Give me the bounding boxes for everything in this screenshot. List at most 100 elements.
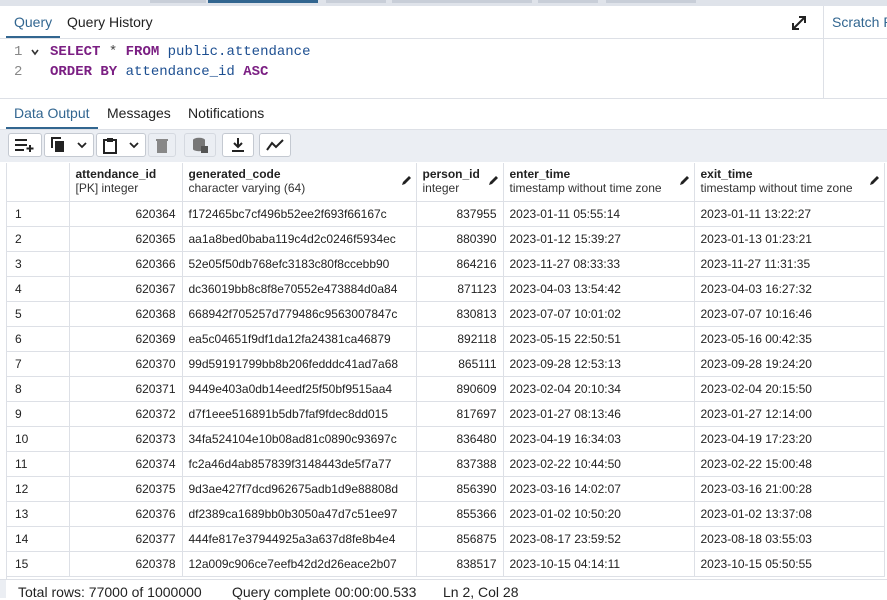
tab-query[interactable]: Query	[14, 14, 52, 30]
tool-tab[interactable]	[606, 0, 696, 3]
tab-messages[interactable]: Messages	[107, 105, 171, 121]
cell-enter-time[interactable]: 2023-01-02 10:50:20	[503, 501, 695, 527]
cell-attendance-id[interactable]: 620369	[69, 326, 183, 352]
table-row[interactable]: 15 620378 12a009c906ce7eefb42d2d26eace2b07…	[7, 551, 885, 577]
edit-pencil-icon[interactable]	[679, 175, 690, 189]
cell-person-id[interactable]: 855366	[416, 501, 504, 527]
download-button[interactable]	[222, 133, 254, 157]
cell-exit-time[interactable]: 2023-01-11 13:22:27	[694, 201, 885, 227]
cell-enter-time[interactable]: 2023-04-03 13:54:42	[503, 276, 695, 302]
cell-person-id[interactable]: 837388	[416, 451, 504, 477]
table-row[interactable]: 8 620371 9449e403a0db14eedf25f50bf9515aa4 8…	[7, 376, 885, 402]
cell-attendance-id[interactable]: 620367	[69, 276, 183, 302]
cell-enter-time[interactable]: 2023-01-12 15:39:27	[503, 226, 695, 252]
row-number[interactable]: 6	[7, 326, 70, 352]
cell-attendance-id[interactable]: 620366	[69, 251, 183, 277]
row-number[interactable]: 3	[7, 251, 70, 277]
cell-enter-time[interactable]: 2023-02-04 20:10:34	[503, 376, 695, 402]
cell-attendance-id[interactable]: 620373	[69, 426, 183, 452]
cell-exit-time[interactable]: 2023-04-19 17:23:20	[694, 426, 885, 452]
cell-person-id[interactable]: 836480	[416, 426, 504, 452]
cell-enter-time[interactable]: 2023-04-19 16:34:03	[503, 426, 695, 452]
cell-generated-code[interactable]: 34fa524104e10b08ad81c0890c93697c	[182, 426, 417, 452]
cell-enter-time[interactable]: 2023-01-27 08:13:46	[503, 401, 695, 427]
cell-exit-time[interactable]: 2023-03-16 21:00:28	[694, 476, 885, 502]
cell-attendance-id[interactable]: 620372	[69, 401, 183, 427]
cell-generated-code[interactable]: dc36019bb8c8f8e70552e473884d0a84	[182, 276, 417, 302]
cell-person-id[interactable]: 871123	[416, 276, 504, 302]
cell-attendance-id[interactable]: 620377	[69, 526, 183, 552]
table-row[interactable]: 5 620368 668942f705257d779486c9563007847c 8…	[7, 301, 885, 327]
cell-person-id[interactable]: 817697	[416, 401, 504, 427]
cell-generated-code[interactable]: 9449e403a0db14eedf25f50bf9515aa4	[182, 376, 417, 402]
cell-enter-time[interactable]: 2023-01-11 05:55:14	[503, 201, 695, 227]
cell-person-id[interactable]: 856875	[416, 526, 504, 552]
row-number[interactable]: 7	[7, 351, 70, 377]
tool-tab[interactable]	[392, 0, 532, 3]
cell-person-id[interactable]: 892118	[416, 326, 504, 352]
cell-attendance-id[interactable]: 620375	[69, 476, 183, 502]
cell-exit-time[interactable]: 2023-04-03 16:27:32	[694, 276, 885, 302]
table-row[interactable]: 7 620370 99d59191799bb8b206fedddc41ad7a68 8…	[7, 351, 885, 377]
edit-pencil-icon[interactable]	[869, 175, 880, 189]
cell-exit-time[interactable]: 2023-10-15 05:50:55	[694, 551, 885, 577]
fold-chevron-icon[interactable]	[30, 47, 40, 61]
row-number[interactable]: 13	[7, 501, 70, 527]
column-header[interactable]: attendance_id [PK] integer	[69, 163, 183, 202]
cell-generated-code[interactable]: d7f1eee516891b5db7faf9fdec8dd015	[182, 401, 417, 427]
table-row[interactable]: 11 620374 fc2a46d4ab857839f3148443de5f7a77…	[7, 451, 885, 477]
cell-enter-time[interactable]: 2023-11-27 08:33:33	[503, 251, 695, 277]
row-number[interactable]: 2	[7, 226, 70, 252]
cell-person-id[interactable]: 837955	[416, 201, 504, 227]
cell-generated-code[interactable]: df2389ca1689bb0b3050a47d7c51ee97	[182, 501, 417, 527]
cell-exit-time[interactable]: 2023-01-27 12:14:00	[694, 401, 885, 427]
tool-tab[interactable]	[150, 0, 206, 3]
table-row[interactable]: 2 620365 aa1a8bed0baba119c4d2c0246f5934ec 8…	[7, 226, 885, 252]
cell-attendance-id[interactable]: 620368	[69, 301, 183, 327]
cell-generated-code[interactable]: 444fe817e37944925a3a637d8fe8b4e4	[182, 526, 417, 552]
cell-generated-code[interactable]: 668942f705257d779486c9563007847c	[182, 301, 417, 327]
row-number[interactable]: 15	[7, 551, 70, 577]
cell-attendance-id[interactable]: 620374	[69, 451, 183, 477]
cell-exit-time[interactable]: 2023-07-07 10:16:46	[694, 301, 885, 327]
cell-exit-time[interactable]: 2023-05-16 00:42:35	[694, 326, 885, 352]
cell-generated-code[interactable]: 12a009c906ce7eefb42d2d26eace2b07	[182, 551, 417, 577]
row-number[interactable]: 4	[7, 276, 70, 302]
cell-person-id[interactable]: 830813	[416, 301, 504, 327]
column-header[interactable]: exit_time timestamp without time zone	[694, 163, 885, 202]
cell-exit-time[interactable]: 2023-01-13 01:23:21	[694, 226, 885, 252]
cell-person-id[interactable]: 864216	[416, 251, 504, 277]
cell-enter-time[interactable]: 2023-08-17 23:59:52	[503, 526, 695, 552]
column-header[interactable]: person_id integer	[416, 163, 504, 202]
cell-generated-code[interactable]: fc2a46d4ab857839f3148443de5f7a77	[182, 451, 417, 477]
cell-exit-time[interactable]: 2023-01-02 13:37:08	[694, 501, 885, 527]
cell-attendance-id[interactable]: 620376	[69, 501, 183, 527]
cell-generated-code[interactable]: aa1a8bed0baba119c4d2c0246f5934ec	[182, 226, 417, 252]
cell-enter-time[interactable]: 2023-10-15 04:14:11	[503, 551, 695, 577]
table-row[interactable]: 12 620375 9d3ae427f7dcd962675adb1d9e88808d…	[7, 476, 885, 502]
table-row[interactable]: 3 620366 52e05f50db768efc3183c80f8ccebb90 8…	[7, 251, 885, 277]
row-number[interactable]: 10	[7, 426, 70, 452]
row-number[interactable]: 12	[7, 476, 70, 502]
cell-attendance-id[interactable]: 620378	[69, 551, 183, 577]
table-row[interactable]: 10 620373 34fa524104e10b08ad81c0890c93697c…	[7, 426, 885, 452]
tab-query-history[interactable]: Query History	[67, 14, 153, 30]
table-row[interactable]: 9 620372 d7f1eee516891b5db7faf9fdec8dd015 8…	[7, 401, 885, 427]
cell-generated-code[interactable]: 9d3ae427f7dcd962675adb1d9e88808d	[182, 476, 417, 502]
cell-exit-time[interactable]: 2023-11-27 11:31:35	[694, 251, 885, 277]
scratch-pad-title[interactable]: Scratch Pad	[832, 14, 887, 30]
cell-enter-time[interactable]: 2023-07-07 10:01:02	[503, 301, 695, 327]
cell-exit-time[interactable]: 2023-09-28 19:24:20	[694, 351, 885, 377]
table-row[interactable]: 13 620376 df2389ca1689bb0b3050a47d7c51ee97…	[7, 501, 885, 527]
copy-button[interactable]	[44, 133, 94, 157]
chevron-down-icon[interactable]	[129, 141, 139, 149]
row-number[interactable]: 9	[7, 401, 70, 427]
tool-tab-active[interactable]	[208, 0, 318, 3]
cell-generated-code[interactable]: f172465bc7cf496b52ee2f693f66167c	[182, 201, 417, 227]
expand-icon[interactable]	[790, 14, 810, 34]
row-number[interactable]: 11	[7, 451, 70, 477]
cell-enter-time[interactable]: 2023-05-15 22:50:51	[503, 326, 695, 352]
cell-generated-code[interactable]: 52e05f50db768efc3183c80f8ccebb90	[182, 251, 417, 277]
cell-person-id[interactable]: 856390	[416, 476, 504, 502]
paste-button[interactable]	[96, 133, 146, 157]
